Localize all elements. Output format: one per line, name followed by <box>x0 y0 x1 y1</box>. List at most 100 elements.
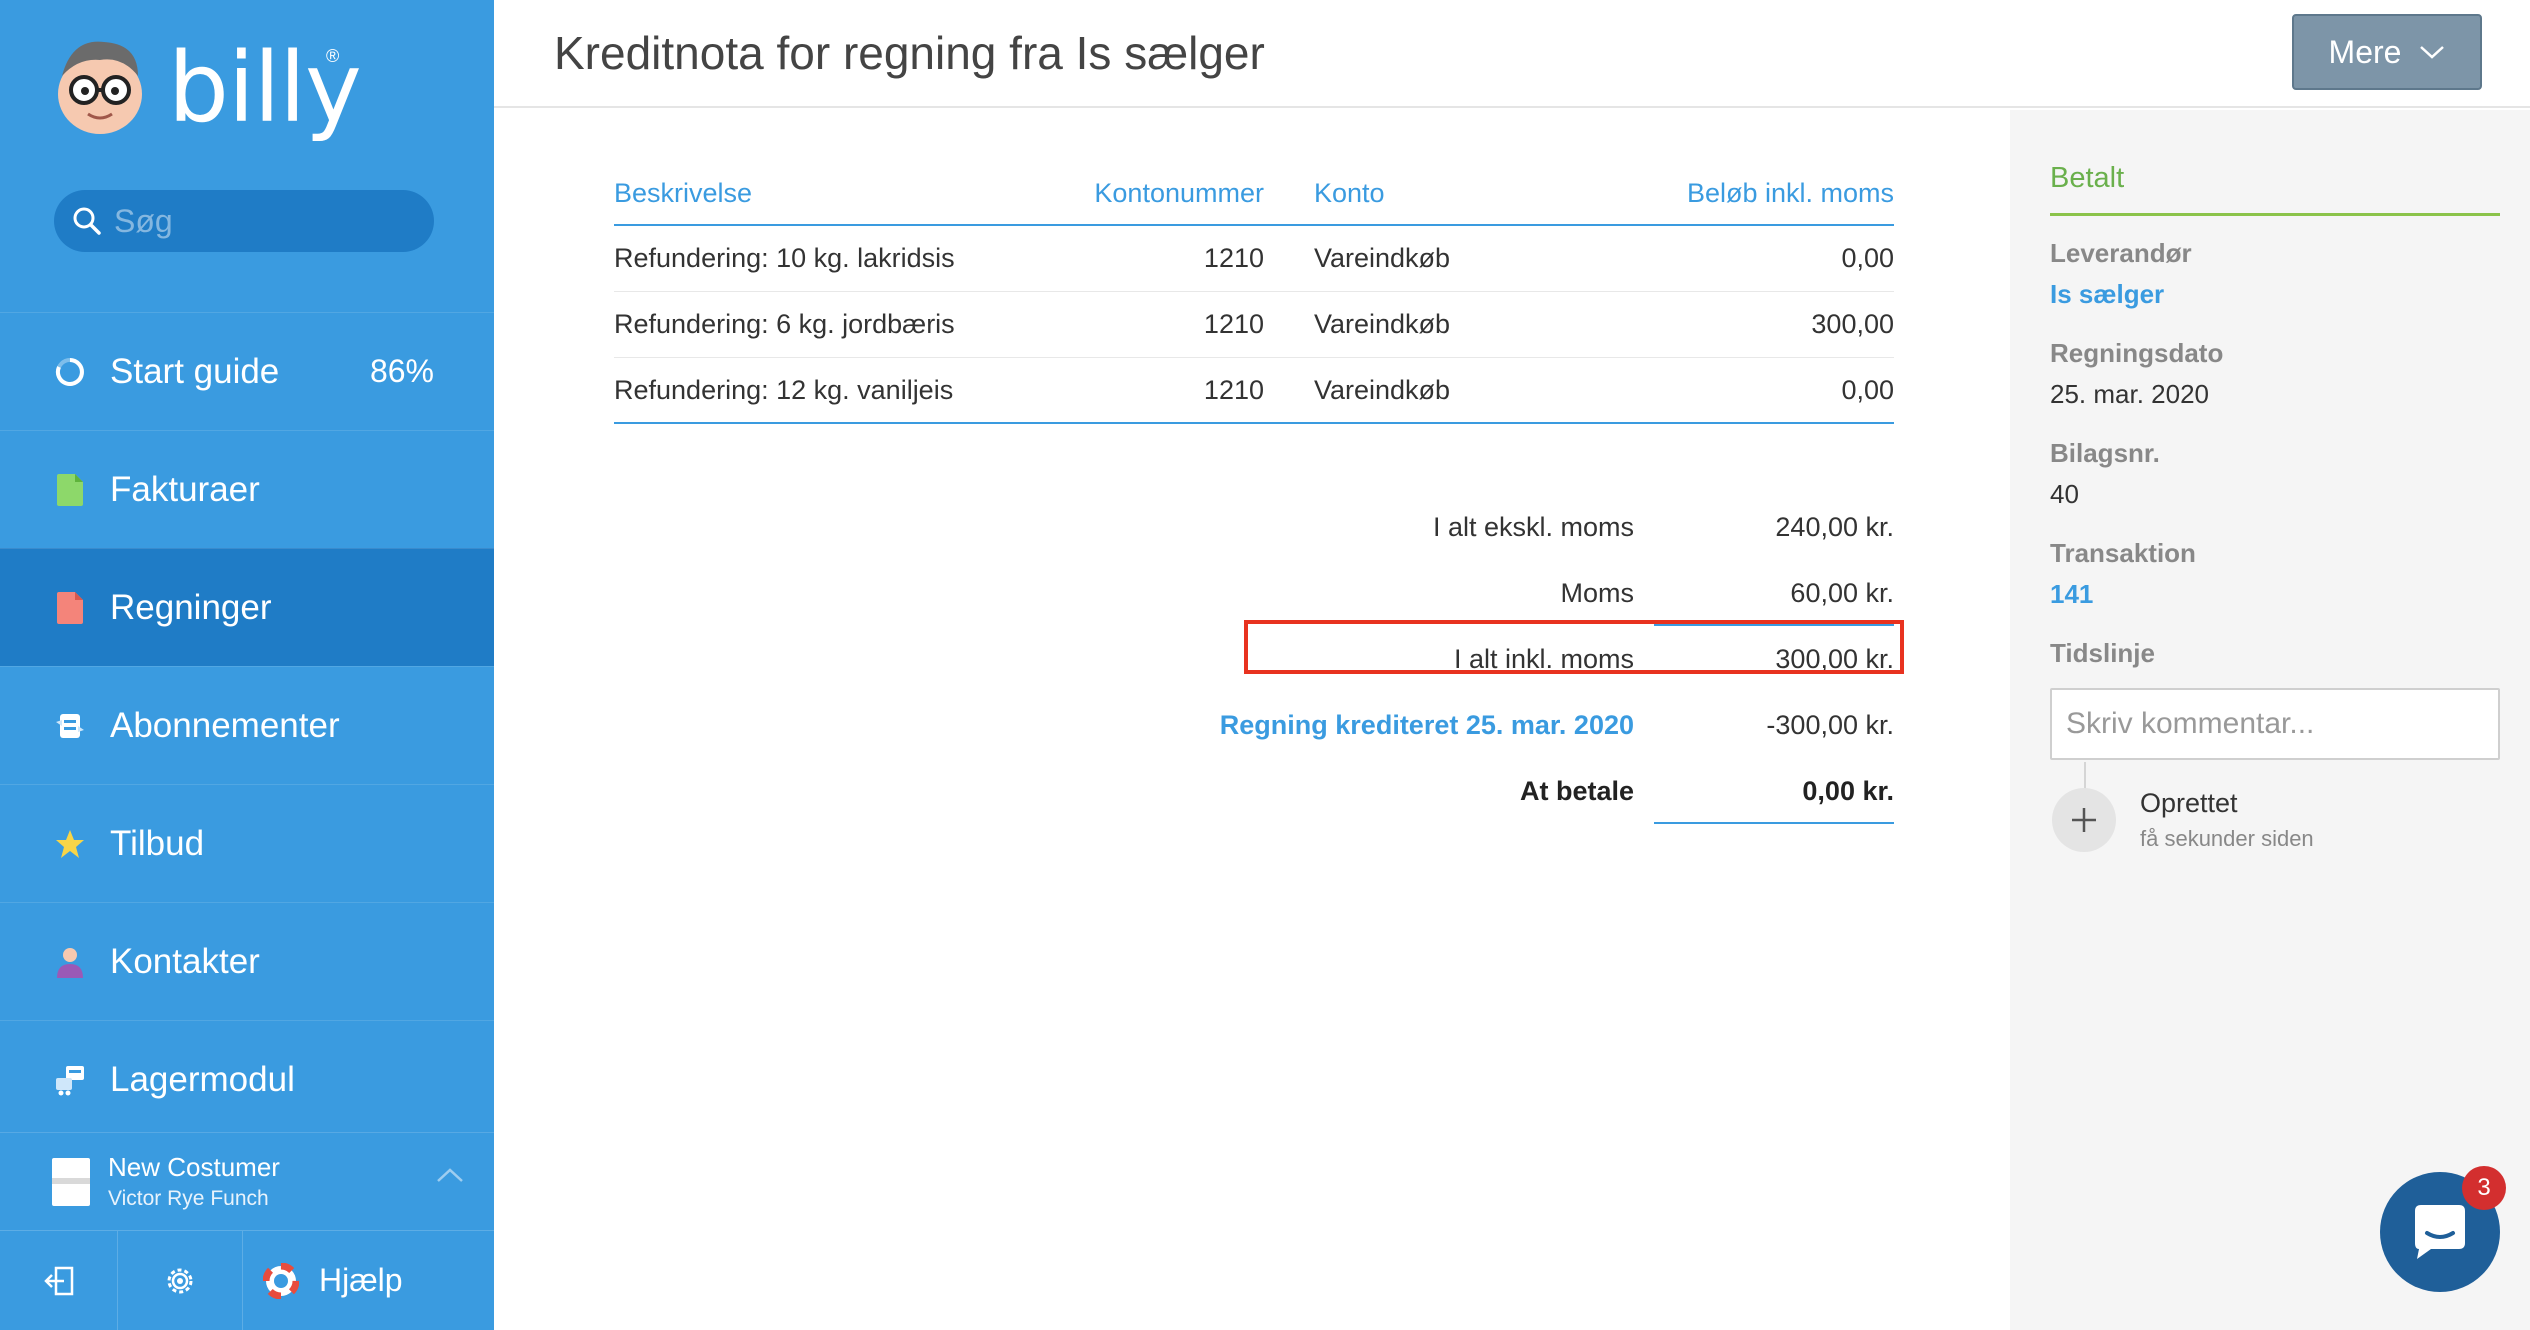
progress-percent: 86% <box>369 353 434 389</box>
user-name: Victor Rye Funch <box>108 1187 269 1210</box>
cell-description: Refundering: 6 kg. jordbæris <box>614 309 955 339</box>
main-content: Beskrivelse Kontonummer Konto Beløb inkl… <box>494 110 2010 1330</box>
vat-row: Moms 60,00 kr. <box>614 560 1894 626</box>
lifebuoy-icon <box>263 1262 299 1299</box>
registered-mark: ® <box>326 46 340 66</box>
sidebar-item-tilbud[interactable]: Tilbud <box>0 784 494 902</box>
billy-mascot-icon <box>58 41 142 134</box>
cell-amount: 300,00 <box>1811 309 1894 339</box>
voucher-value: 40 <box>2050 479 2079 509</box>
page-title: Kreditnota for regning fra Is sælger <box>554 27 1265 79</box>
transaction-link[interactable]: 141 <box>2050 579 2500 610</box>
cell-description: Refundering: 12 kg. vaniljeis <box>614 374 954 405</box>
chat-bubble-icon <box>2415 1205 2465 1259</box>
credited-link[interactable]: Regning krediteret 25. mar. 2020 <box>614 710 1634 741</box>
cell-account-number: 1210 <box>1203 309 1264 339</box>
sidebar-item-label: Fakturaer <box>110 469 260 509</box>
table-header: Beskrivelse Kontonummer Konto Beløb inkl… <box>614 162 1894 226</box>
chevron-up-icon[interactable] <box>436 1167 464 1183</box>
timeline-event-marker <box>2052 788 2116 852</box>
person-icon <box>54 946 86 978</box>
more-button-label: Mere <box>2328 33 2402 70</box>
sidebar-footer: Hjælp <box>0 1230 494 1330</box>
sidebar-item-label: Start guide <box>110 351 280 391</box>
vendor-label: Leverandør <box>2050 238 2192 268</box>
column-header-description[interactable]: Beskrivelse <box>614 178 1019 209</box>
logout-icon <box>43 1266 73 1295</box>
timeline-event-title: Oprettet <box>2140 788 2238 818</box>
column-header-account[interactable]: Konto <box>1264 178 1614 209</box>
invoice-doc-icon <box>54 473 86 506</box>
logout-button[interactable] <box>0 1231 118 1330</box>
sidebar-item-label: Abonnementer <box>110 705 340 745</box>
help-button[interactable]: Hjælp <box>243 1231 494 1330</box>
total-excl-vat-label: I alt ekskl. moms <box>1432 511 1634 542</box>
details-panel: Betalt Leverandør Is sælger Regningsdato… <box>2010 110 2530 1330</box>
table-row: Refundering: 12 kg. vaniljeis 1210 Varei… <box>614 358 1894 424</box>
amount-due-value: 0,00 kr. <box>1654 758 1894 824</box>
sidebar-item-label: Regninger <box>110 587 272 627</box>
gear-icon <box>167 1268 193 1293</box>
voucher-label: Bilagsnr. <box>2050 438 2160 468</box>
credited-row: Regning krediteret 25. mar. 2020 -300,00… <box>614 692 1894 758</box>
vat-value: 60,00 kr. <box>1654 560 1894 626</box>
chevron-down-icon <box>2420 46 2445 59</box>
sidebar-item-regninger[interactable]: Regninger <box>0 548 494 666</box>
help-label: Hjælp <box>319 1262 403 1298</box>
cell-account: Vareindkøb <box>1314 309 1451 339</box>
sidebar-item-lagermodul[interactable]: Lagermodul <box>0 1020 494 1138</box>
line-items-table: Beskrivelse Kontonummer Konto Beløb inkl… <box>614 162 1894 424</box>
cell-account-number: 1210 <box>1203 243 1264 273</box>
annotation-highlight-box <box>1244 620 1904 674</box>
amount-due-row: At betale 0,00 kr. <box>614 758 1894 824</box>
sidebar-nav: Start guide 86% Fakturaer Regninger Abon… <box>0 312 494 1138</box>
unread-count-badge: 3 <box>2462 1166 2506 1210</box>
sidebar-item-label: Kontakter <box>110 941 260 981</box>
sidebar-item-abonnementer[interactable]: Abonnementer <box>0 666 494 784</box>
company-logo-thumbnail <box>52 1157 90 1206</box>
transaction-label: Transaktion <box>2050 538 2196 568</box>
billy-logo[interactable]: billy ® <box>52 36 372 146</box>
amount-due-label: At betale <box>1519 775 1634 806</box>
bill-metadata: Leverandør Is sælger Regningsdato 25. ma… <box>2050 238 2500 669</box>
sidebar: billy ® Start guide 86% Fakturaer R <box>0 0 494 1330</box>
search-input[interactable] <box>114 202 414 240</box>
progress-ring-icon <box>54 356 86 388</box>
settings-button[interactable] <box>118 1231 243 1330</box>
column-header-amount[interactable]: Beløb inkl. moms <box>1614 178 1894 209</box>
cell-description: Refundering: 10 kg. lakridsis <box>614 243 955 273</box>
total-excl-vat-value: 240,00 kr. <box>1775 511 1894 542</box>
vat-label: Moms <box>1560 577 1635 608</box>
comment-input[interactable] <box>2050 688 2500 760</box>
page-header: Kreditnota for regning fra Is sælger Mer… <box>494 0 2530 108</box>
sidebar-item-start-guide[interactable]: Start guide 86% <box>0 312 494 430</box>
company-name: New Costumer <box>108 1152 280 1182</box>
bill-date-value: 25. mar. 2020 <box>2050 379 2209 409</box>
star-icon <box>54 828 86 860</box>
plus-icon <box>2072 808 2096 832</box>
sidebar-item-fakturaer[interactable]: Fakturaer <box>0 430 494 548</box>
search-icon <box>73 207 101 235</box>
sidebar-item-kontakter[interactable]: Kontakter <box>0 902 494 1020</box>
cell-amount: 0,00 <box>1841 243 1894 273</box>
timeline-label: Tidslinje <box>2050 638 2155 668</box>
vendor-link[interactable]: Is sælger <box>2050 279 2500 310</box>
subscription-icon <box>54 710 86 742</box>
account-switcher[interactable]: New Costumer Victor Rye Funch <box>0 1132 494 1230</box>
sidebar-item-label: Lagermodul <box>110 1059 295 1099</box>
bill-date-label: Regningsdato <box>2050 338 2224 368</box>
timeline-event-time: få sekunder siden <box>2140 826 2314 851</box>
inventory-icon <box>54 1064 86 1096</box>
credited-value: -300,00 kr. <box>1766 709 1894 740</box>
cell-account-number: 1210 <box>1203 374 1264 405</box>
column-header-account-number[interactable]: Kontonummer <box>1019 178 1264 209</box>
status-badge: Betalt <box>2050 162 2500 216</box>
table-row: Refundering: 6 kg. jordbæris 1210 Varein… <box>614 292 1894 358</box>
cell-account: Vareindkøb <box>1314 374 1451 405</box>
cell-amount: 0,00 <box>1841 374 1894 405</box>
sidebar-item-label: Tilbud <box>110 823 205 863</box>
bill-doc-icon <box>54 591 86 624</box>
more-button[interactable]: Mere <box>2292 14 2482 90</box>
table-row: Refundering: 10 kg. lakridsis 1210 Varei… <box>614 226 1894 292</box>
search-box[interactable] <box>54 190 434 252</box>
